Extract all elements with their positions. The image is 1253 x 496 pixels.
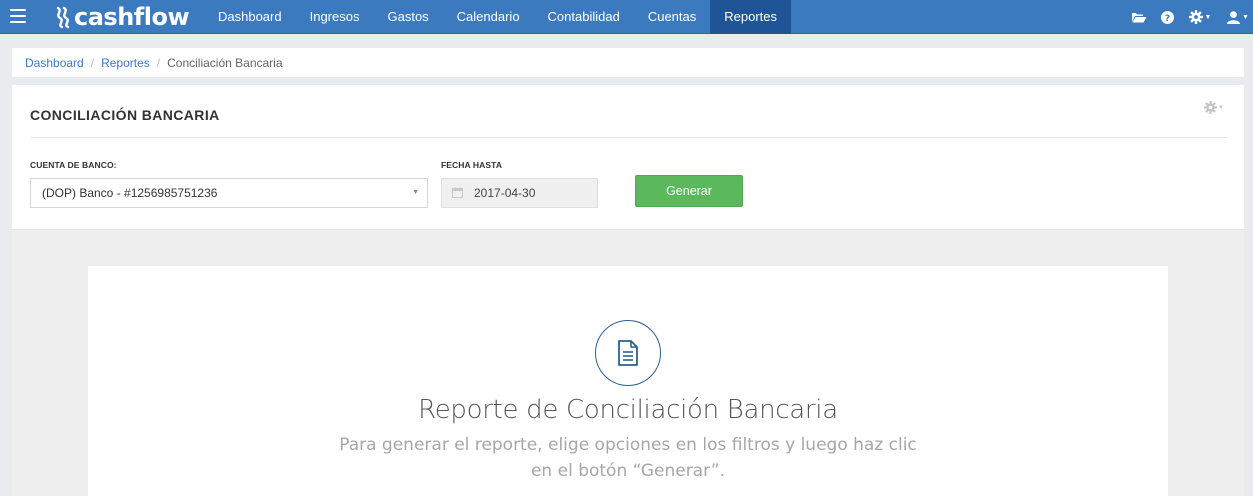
breadcrumb-separator: / bbox=[156, 55, 161, 70]
report-panel: ▼ CONCILIACIÓN BANCARIA CUENTA DE BANCO:… bbox=[12, 85, 1244, 496]
user-icon[interactable]: ▼ bbox=[1223, 0, 1253, 34]
divider bbox=[30, 137, 1227, 138]
nav-item-contabilidad[interactable]: Contabilidad bbox=[534, 0, 634, 34]
date-to-value: 2017-04-30 bbox=[474, 186, 536, 200]
breadcrumb: Dashboard / Reportes / Conciliación Banc… bbox=[12, 48, 1244, 77]
breadcrumb-current: Conciliación Bancaria bbox=[167, 55, 283, 70]
calendar-icon bbox=[452, 187, 463, 198]
logo-text: cashflow bbox=[74, 3, 190, 31]
document-icon bbox=[595, 320, 661, 386]
breadcrumb-separator: / bbox=[90, 55, 95, 70]
date-to-label: FECHA HASTA bbox=[441, 160, 503, 170]
chevron-down-icon: ▼ bbox=[1218, 104, 1224, 111]
report-description: Para generar el reporte, elige opciones … bbox=[339, 435, 917, 481]
page-title: CONCILIACIÓN BANCARIA bbox=[30, 107, 220, 123]
chevron-down-icon: ▼ bbox=[1242, 13, 1249, 21]
svg-text:?: ? bbox=[1164, 14, 1169, 24]
report-placeholder-card: Reporte de Conciliación Bancaria Para ge… bbox=[88, 266, 1168, 496]
top-navbar: cashflow Dashboard Ingresos Gastos Calen… bbox=[0, 0, 1253, 34]
help-icon[interactable]: ? bbox=[1155, 0, 1179, 34]
report-title: Reporte de Conciliación Bancaria bbox=[418, 395, 838, 425]
settings-gear-icon[interactable]: ▼ bbox=[1185, 0, 1215, 34]
nav-item-calendario[interactable]: Calendario bbox=[443, 0, 534, 34]
panel-settings-gear-icon[interactable]: ▼ bbox=[1204, 101, 1224, 114]
bank-account-select[interactable]: (DOP) Banco - #1256985751236 ▼ bbox=[30, 178, 428, 208]
nav-item-gastos[interactable]: Gastos bbox=[373, 0, 442, 34]
generate-button[interactable]: Generar bbox=[635, 175, 743, 207]
main-menu: Dashboard Ingresos Gastos Calendario Con… bbox=[204, 0, 791, 34]
bank-account-label: CUENTA DE BANCO: bbox=[30, 160, 117, 170]
report-area: Reporte de Conciliación Bancaria Para ge… bbox=[12, 229, 1244, 496]
folder-open-icon[interactable] bbox=[1127, 0, 1151, 34]
nav-item-cuentas[interactable]: Cuentas bbox=[634, 0, 710, 34]
cashflow-logo-icon bbox=[56, 6, 70, 29]
nav-right-icons: ? ▼ ▼ bbox=[1127, 0, 1253, 34]
menu-toggle-icon[interactable] bbox=[10, 9, 26, 23]
nav-item-ingresos[interactable]: Ingresos bbox=[296, 0, 374, 34]
caret-down-icon: ▼ bbox=[412, 189, 419, 196]
date-to-field[interactable]: 2017-04-30 bbox=[441, 178, 598, 208]
breadcrumb-reportes[interactable]: Reportes bbox=[101, 56, 150, 70]
chevron-down-icon: ▼ bbox=[1204, 13, 1212, 21]
nav-item-reportes[interactable]: Reportes bbox=[710, 0, 791, 34]
breadcrumb-dashboard[interactable]: Dashboard bbox=[25, 56, 84, 70]
bank-account-value: (DOP) Banco - #1256985751236 bbox=[42, 186, 218, 200]
app-logo[interactable]: cashflow bbox=[54, 3, 190, 31]
nav-item-dashboard[interactable]: Dashboard bbox=[204, 0, 296, 34]
